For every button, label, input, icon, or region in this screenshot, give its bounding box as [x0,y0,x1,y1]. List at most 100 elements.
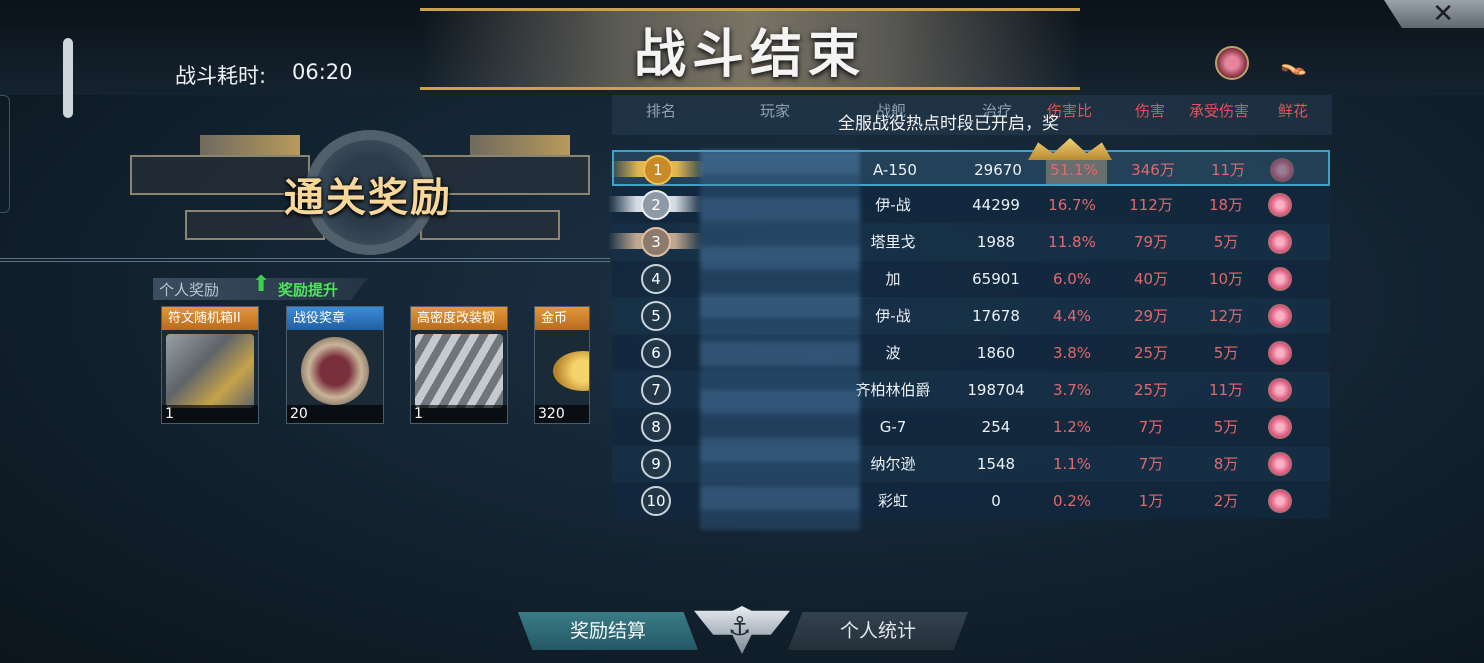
battle-duration-label: 战斗耗时: [175,64,267,88]
ship-name: A-150 [873,161,917,179]
header-player: 玩家 [760,102,791,120]
damage-taken-value: 5万 [1213,418,1239,436]
damage-taken-value: 8万 [1213,455,1239,473]
item-count: 1 [162,405,258,423]
rank-badge: 3 [641,227,671,257]
item-name: 金币 [535,307,589,330]
give-flower-icon[interactable] [1268,230,1292,254]
damage-value: 25万 [1133,344,1169,362]
side-tab[interactable] [0,95,10,213]
rank-badge: 4 [641,264,671,294]
damage-taken-value: 5万 [1213,344,1239,362]
give-flower-icon[interactable] [1268,341,1292,365]
damage-taken-value: 18万 [1208,196,1244,214]
damage-ratio: 1.1% [1052,455,1092,473]
reward-settlement-tab[interactable]: 奖励结算 [518,612,698,650]
give-flower-icon[interactable] [1268,415,1292,439]
give-flower-icon[interactable] [1268,452,1292,476]
give-flower-icon[interactable] [1268,378,1292,402]
ship-name: 伊-战 [875,196,911,214]
heal-value: 198704 [967,381,1025,399]
damage-value: 40万 [1133,270,1169,288]
rank-badge: 8 [641,412,671,442]
damage-ratio: 6.0% [1052,270,1092,288]
personal-reward-label: 个人奖励 [159,281,220,299]
damage-value: 25万 [1133,381,1169,399]
ship-name: 彩虹 [877,492,908,510]
item-name: 战役奖章 [287,307,383,330]
ship-name: G-7 [879,418,907,436]
damage-taken-value: 12万 [1208,307,1244,325]
reward-item-steel[interactable]: 高密度改装钢 1 [410,306,508,424]
rank-badge: 5 [641,301,671,331]
reward-item-rune-chest[interactable]: 符文随机箱II 1 [161,306,259,424]
heal-value: 65901 [972,270,1020,288]
item-name: 高密度改装钢 [411,307,507,330]
gold-coin-icon [553,351,589,391]
divider [0,258,610,262]
damage-value: 7万 [1138,418,1164,436]
damage-ratio: 16.7% [1048,196,1096,214]
damage-taken-value: 5万 [1213,233,1239,251]
page-title: 战斗结束 [633,25,866,85]
damage-ratio: 3.8% [1052,344,1092,362]
header-flowers: 鲜花 [1278,102,1309,120]
header-damage-taken: 承受伤害 [1189,102,1250,120]
item-count: 320 [535,405,589,423]
ship-name: 伊-战 [875,307,911,325]
heal-value: 44299 [972,196,1020,214]
personal-stats-tab[interactable]: 个人统计 [788,612,968,650]
heal-value: 1860 [976,344,1016,362]
rank-badge: 1 [643,155,673,185]
reward-item-campaign-medal[interactable]: 战役奖章 20 [286,306,384,424]
damage-value: 1万 [1138,492,1164,510]
rune-chest-icon [166,334,254,408]
item-name: 符文随机箱II [162,307,258,330]
anchor-icon: ⚓ [728,612,752,642]
heal-value: 1548 [976,455,1016,473]
flip-flop-icon[interactable]: 👡 [1280,52,1307,77]
reward-item-gold-coin[interactable]: 金币 320 [534,306,590,424]
damage-value: 346万 [1131,161,1175,179]
damage-ratio: 1.2% [1052,418,1092,436]
steel-beam-icon [415,334,503,408]
flower-icon[interactable] [1215,46,1249,80]
give-flower-icon[interactable] [1268,193,1292,217]
give-flower-icon[interactable] [1268,267,1292,291]
header-damage: 伤害 [1135,102,1166,120]
emblem-frame [130,155,310,195]
heal-value: 29670 [974,161,1022,179]
crown-icon [1028,138,1112,160]
give-flower-icon[interactable] [1268,304,1292,328]
damage-taken-value: 11万 [1210,161,1246,179]
give-flower-icon[interactable] [1268,489,1292,513]
heal-value: 1988 [976,233,1016,251]
reward-boost-label: 奖励提升 [278,281,339,299]
damage-ratio: 11.8% [1048,233,1096,251]
damage-taken-value: 11万 [1208,381,1244,399]
player-names-blurred [700,150,860,530]
heal-value: 0 [991,492,1001,510]
damage-ratio: 0.2% [1052,492,1092,510]
give-flower-icon[interactable] [1270,158,1294,182]
damage-value: 7万 [1138,455,1164,473]
drag-handle[interactable] [63,38,73,118]
emblem-bar [470,135,570,155]
ship-name: 纳尔逊 [870,455,916,473]
damage-taken-value: 2万 [1213,492,1239,510]
emblem-bar [200,135,300,155]
ship-name: 加 [885,270,901,288]
header-rank: 排名 [646,102,677,120]
rank-badge: 7 [641,375,671,405]
damage-ratio: 3.7% [1052,381,1092,399]
rank-badge: 2 [641,190,671,220]
rank-badge: 6 [641,338,671,368]
item-count: 20 [287,405,383,423]
battle-duration-value: 06:20 [292,60,353,84]
arrow-up-icon: ⬆ [252,272,271,297]
heal-value: 254 [981,418,1011,436]
item-count: 1 [411,405,507,423]
event-notice: 全服战役热点时段已开启，奖 [838,114,1059,134]
heal-value: 17678 [972,307,1020,325]
campaign-medal-icon [301,337,369,405]
